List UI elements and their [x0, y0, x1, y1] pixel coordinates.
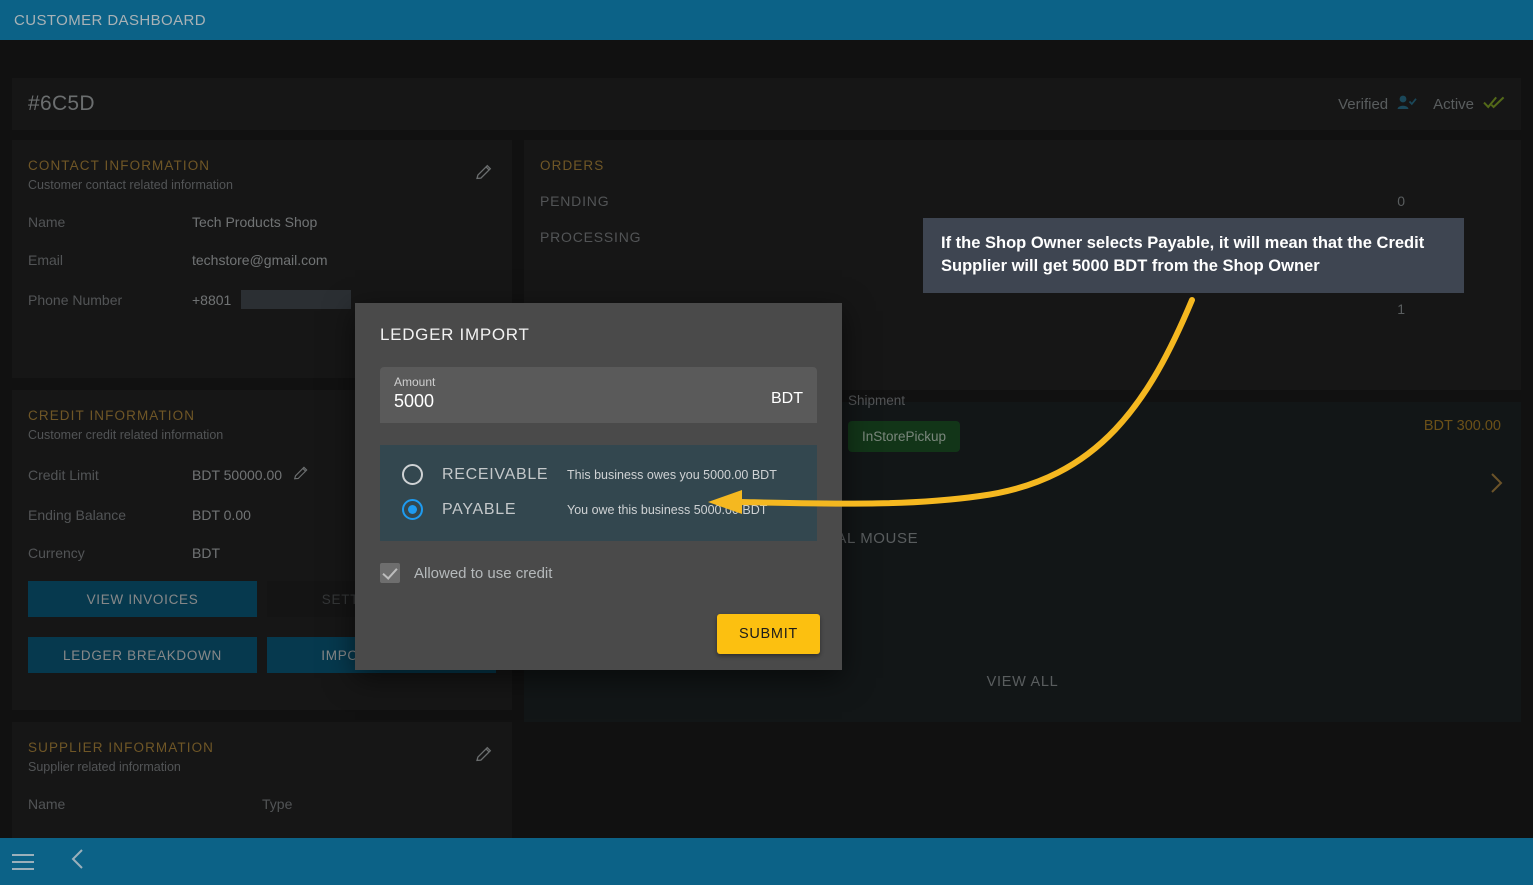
annotation-text: If the Shop Owner selects Payable, it wi… — [941, 234, 1425, 276]
annotation-callout: If the Shop Owner selects Payable, it wi… — [923, 218, 1464, 293]
radio-payable-help: You owe this business 5000.00 BDT — [567, 502, 768, 517]
submit-button[interactable]: SUBMIT — [717, 614, 820, 654]
radio-receivable-help: This business owes you 5000.00 BDT — [567, 467, 777, 482]
radio-payable-label: PAYABLE — [442, 500, 517, 518]
ledger-type-radio-group: RECEIVABLE This business owes you 5000.0… — [380, 445, 817, 541]
ledger-import-dialog: LEDGER IMPORT Amount 5000 BDT RECEIVABLE… — [355, 303, 842, 670]
radio-payable-icon[interactable] — [402, 499, 423, 520]
radio-receivable-label: RECEIVABLE — [442, 465, 549, 483]
bottom-nav-bar — [0, 838, 1533, 885]
top-app-bar: CUSTOMER DASHBOARD — [0, 0, 1533, 40]
page-body: #6C5D Verified Active CONTACT INFORMATIO… — [0, 40, 1533, 882]
amount-input-field[interactable]: Amount 5000 BDT — [380, 367, 817, 423]
app-root: CUSTOMER DASHBOARD #6C5D Verified Active… — [0, 0, 1533, 885]
amount-field-label: Amount — [394, 375, 436, 389]
dialog-title: LEDGER IMPORT — [380, 325, 530, 344]
amount-input-value[interactable]: 5000 — [394, 391, 435, 412]
allowed-to-use-credit-row[interactable]: Allowed to use credit — [380, 563, 842, 583]
allowed-credit-checkbox — [380, 563, 400, 583]
allowed-credit-label: Allowed to use credit — [414, 564, 553, 582]
radio-option-receivable[interactable]: RECEIVABLE This business owes you 5000.0… — [380, 457, 817, 492]
radio-receivable-icon[interactable] — [402, 464, 423, 485]
radio-option-payable[interactable]: PAYABLE You owe this business 5000.00 BD… — [380, 492, 817, 527]
amount-input-group: Amount 5000 — [394, 375, 435, 412]
chevron-left-icon[interactable] — [70, 848, 86, 875]
currency-suffix: BDT — [771, 390, 803, 407]
hamburger-menu-icon[interactable] — [12, 853, 34, 870]
page-title: CUSTOMER DASHBOARD — [14, 11, 206, 29]
dialog-footer: SUBMIT — [717, 614, 820, 654]
